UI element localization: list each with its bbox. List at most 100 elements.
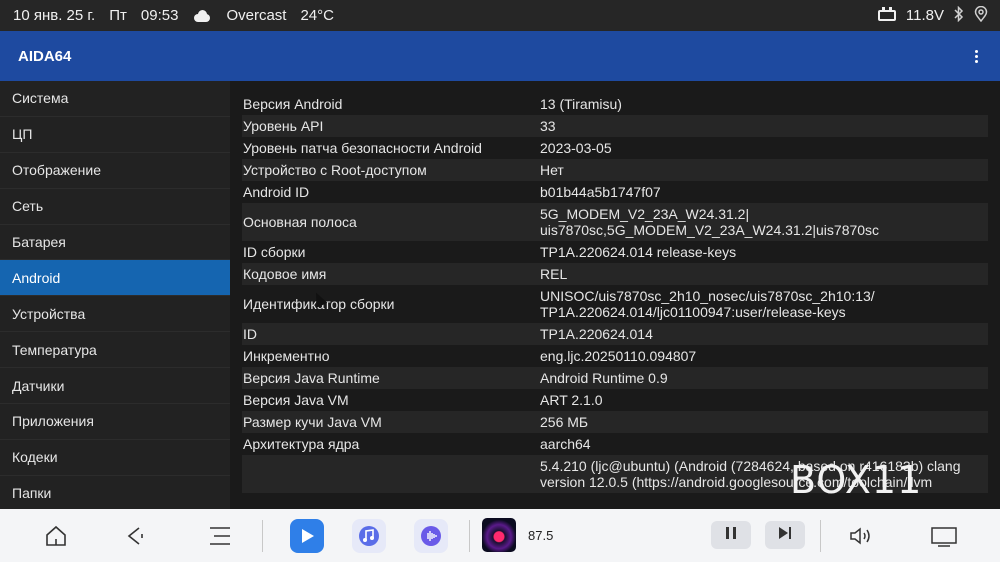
sidebar-item-temperature[interactable]: Температура [0, 332, 230, 369]
sidebar-item-label: Сеть [12, 198, 44, 215]
row-key: Основная полоса [243, 214, 357, 230]
row-value: Нет [540, 162, 564, 178]
status-temperature: 24°C [300, 7, 334, 24]
bluetooth-icon [954, 5, 964, 26]
row-value: TP1A.220624.014 [540, 326, 653, 342]
table-row: Версия Java VM ART 2.1.0 [242, 389, 988, 411]
sidebar-item-label: Система [12, 90, 69, 107]
sidebar-item-label: Батарея [12, 234, 66, 250]
sidebar-item-label: Кодеки [12, 449, 58, 466]
row-value: b01b44a5b1747f07 [540, 184, 661, 200]
volume-icon[interactable] [846, 522, 876, 550]
radio-frequency: 87.5 [528, 528, 554, 543]
table-row: Версия Android 13 (Tiramisu) [242, 93, 988, 115]
row-key: ID сборки [243, 244, 306, 260]
bottom-dock: 87.5 [0, 509, 1000, 562]
back-icon[interactable] [122, 522, 150, 550]
status-voltage: 11.8V [905, 7, 944, 24]
menu-icon[interactable] [206, 522, 234, 550]
details-panel: Версия Android 13 (Tiramisu) Уровень API 33… [230, 81, 1000, 509]
screen-icon[interactable] [929, 522, 959, 550]
table-row: Кодовое имя REL [242, 263, 988, 285]
row-value: eng.ljc.20250110.094807 [540, 348, 697, 364]
row-key: Инкрементно [243, 348, 330, 364]
row-key: Версия Java Runtime [243, 370, 380, 386]
sidebar-item-label: Датчики [12, 377, 65, 394]
row-value: 256 МБ [540, 414, 589, 430]
sidebar-item-label: Устройства [12, 305, 86, 322]
divider [820, 520, 821, 552]
table-row: ID TP1A.220624.014 [242, 323, 988, 345]
status-bar: 10 янв. 25 г. Пт 09:53 Overcast 24°C 11.… [0, 0, 1000, 31]
status-time: 09:53 [140, 7, 179, 24]
sidebar-item-sensors[interactable]: Датчики [0, 368, 230, 405]
status-date: 10 янв. 25 г. [13, 7, 96, 24]
sidebar-item-devices[interactable]: Устройства [0, 296, 230, 333]
row-key: Архитектура ядра [243, 436, 360, 452]
row-value: 2023-03-05 [540, 140, 612, 156]
location-icon [974, 5, 988, 26]
row-key: Уровень патча безопасности Android [243, 140, 482, 156]
row-value: 33 [540, 118, 556, 134]
row-key: Кодовое имя [243, 266, 327, 282]
row-value: TP1A.220624.014 release-keys [540, 244, 737, 260]
sidebar-item-label: Температура [12, 341, 97, 358]
sidebar-item-network[interactable]: Сеть [0, 188, 230, 225]
table-row: Устройство с Root-доступом Нет [242, 159, 988, 181]
divider [469, 520, 470, 552]
row-key: Размер кучи Java VM [243, 414, 382, 430]
table-row: Размер кучи Java VM 256 МБ [242, 411, 988, 433]
row-value: aarch64 [540, 436, 591, 452]
row-value: 13 (Tiramisu) [540, 96, 622, 112]
row-key: Устройство с Root-доступом [243, 162, 427, 178]
table-row: Уровень патча безопасности Android 2023-0… [242, 137, 988, 159]
sidebar-item-codecs[interactable]: Кодеки [0, 439, 230, 476]
row-key: Версия Android [243, 96, 343, 112]
sidebar-item-apps[interactable]: Приложения [0, 404, 230, 440]
row-key: Версия Java VM [243, 392, 349, 408]
sidebar-item-folders[interactable]: Папки [0, 475, 230, 509]
voice-app-icon[interactable] [414, 519, 448, 553]
watermark: BOX11 [790, 458, 923, 502]
home-icon[interactable] [42, 522, 70, 550]
sidebar-item-display[interactable]: Отображение [0, 152, 230, 189]
table-row: Архитектура ядра aarch64 [242, 433, 988, 455]
sidebar-item-label: ЦП [12, 126, 33, 143]
sidebar-item-system[interactable]: Система [0, 81, 230, 117]
row-value: 5G_MODEM_V2_23A_W24.31.2| uis7870sc,5G_M… [540, 206, 880, 238]
sidebar-item-cpu[interactable]: ЦП [0, 116, 230, 153]
sidebar-item-battery[interactable]: Батарея [0, 224, 230, 261]
cloud-icon [192, 9, 212, 22]
sidebar-item-label: Папки [12, 485, 52, 502]
row-key [242, 455, 540, 493]
row-value: UNISOC/uis7870sc_2h10_nosec/uis7870sc_2h… [540, 288, 875, 320]
next-icon [778, 526, 792, 545]
sidebar-item-label: Отображение [12, 162, 102, 179]
next-button[interactable] [765, 521, 805, 549]
status-weather: Overcast [226, 7, 287, 24]
sidebar: Система ЦП Отображение Сеть Батарея Andr… [0, 81, 230, 509]
table-row: Android ID b01b44a5b1747f07 [242, 181, 988, 203]
music-app-icon[interactable] [352, 519, 386, 553]
play-app-icon[interactable] [290, 519, 324, 553]
table-row: Основная полоса 5G_MODEM_V2_23A_W24.31.2|… [242, 203, 988, 241]
table-row: Версия Java Runtime Android Runtime 0.9 [242, 367, 988, 389]
row-value: REL [540, 266, 568, 282]
pause-button[interactable] [711, 521, 751, 549]
row-key: Android ID [243, 184, 310, 200]
sidebar-item-label: Android [12, 269, 61, 286]
overflow-menu-icon[interactable] [966, 46, 986, 66]
table-row: Идентификатор сборки UNISOC/uis7870sc_2h1… [242, 285, 988, 323]
row-value: ART 2.1.0 [540, 392, 603, 408]
row-key: Идентификатор сборки [243, 296, 395, 312]
pause-icon [724, 526, 738, 545]
table-row: Инкрементно eng.ljc.20250110.094807 [242, 345, 988, 367]
table-row: ID сборки TP1A.220624.014 release-keys [242, 241, 988, 263]
status-weekday: Пт [109, 7, 127, 24]
table-row: Уровень API 33 [242, 115, 988, 137]
divider [262, 520, 263, 552]
sidebar-item-label: Приложения [12, 413, 94, 430]
sidebar-item-android[interactable]: Android [0, 260, 230, 297]
media-artwork[interactable] [482, 518, 516, 552]
app-title: AIDA64 [18, 47, 72, 65]
